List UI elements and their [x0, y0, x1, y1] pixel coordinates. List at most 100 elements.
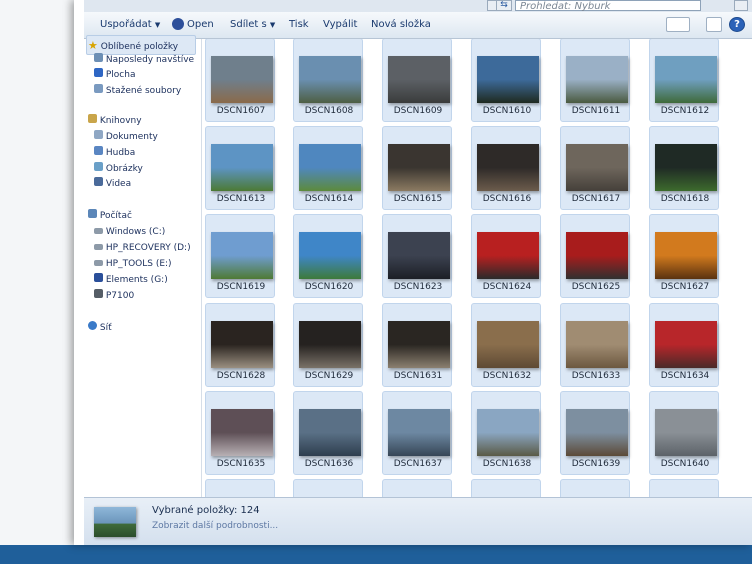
file-name: DSCN1625	[571, 282, 621, 292]
file-thumbnail[interactable]: DSCN1627	[649, 214, 719, 298]
preview-pane-icon[interactable]	[706, 17, 722, 32]
navigation-pane: ★ Oblíbené položky Naposledy navštíve Pl…	[84, 35, 202, 497]
new-folder-button[interactable]: Nová složka	[371, 12, 431, 38]
open-icon	[172, 18, 184, 30]
file-thumbnail-partial[interactable]	[471, 479, 541, 497]
file-thumbnail[interactable]: DSCN1620	[293, 214, 363, 298]
nav-item-downloads[interactable]: Stažené soubory	[94, 84, 181, 98]
file-thumbnail-partial[interactable]	[382, 479, 452, 497]
nav-favorites[interactable]: ★ Oblíbené položky	[88, 39, 178, 53]
file-thumbnail-partial[interactable]	[560, 479, 630, 497]
file-thumbnail[interactable]: DSCN1614	[293, 126, 363, 210]
file-thumbnail[interactable]: DSCN1607	[205, 39, 275, 122]
file-thumbnail[interactable]: DSCN1608	[293, 39, 363, 122]
photo-preview	[388, 232, 450, 279]
file-thumbnail[interactable]: DSCN1612	[649, 39, 719, 122]
file-thumbnail-partial[interactable]	[205, 479, 275, 497]
file-name: DSCN1637	[393, 459, 443, 469]
file-thumbnail[interactable]: DSCN1625	[560, 214, 630, 298]
file-thumbnail[interactable]: DSCN1624	[471, 214, 541, 298]
file-thumbnail[interactable]: DSCN1609	[382, 39, 452, 122]
file-thumbnail[interactable]: DSCN1623	[382, 214, 452, 298]
file-thumbnail[interactable]: DSCN1631	[382, 303, 452, 387]
search-placeholder: Prohledat: Nyburk	[520, 1, 611, 12]
nav-item-music[interactable]: Hudba	[94, 146, 135, 160]
file-name: DSCN1623	[393, 282, 443, 292]
desktop-icon	[94, 68, 103, 77]
file-thumbnail-partial[interactable]	[649, 479, 719, 497]
print-button[interactable]: Tisk	[289, 12, 309, 38]
file-thumbnail[interactable]: DSCN1639	[560, 391, 630, 475]
burn-button[interactable]: Vypálit	[323, 12, 357, 38]
nav-item-drive-d[interactable]: HP_RECOVERY (D:)	[94, 241, 191, 255]
photo-preview	[566, 232, 628, 279]
file-thumbnail[interactable]: DSCN1633	[560, 303, 630, 387]
search-icon[interactable]	[734, 0, 748, 11]
music-icon	[94, 146, 103, 155]
file-thumbnail[interactable]: DSCN1617	[560, 126, 630, 210]
pictures-icon	[94, 162, 103, 171]
file-name: DSCN1607	[216, 106, 266, 116]
photo-preview	[388, 56, 450, 103]
search-input[interactable]: Prohledat: Nyburk	[515, 0, 701, 12]
documents-icon	[94, 130, 103, 139]
file-thumbnail[interactable]: DSCN1610	[471, 39, 541, 122]
file-thumbnail[interactable]: DSCN1638	[471, 391, 541, 475]
file-thumbnail-partial[interactable]	[293, 479, 363, 497]
view-options-icon[interactable]	[666, 17, 690, 32]
nav-item-drive-e[interactable]: HP_TOOLS (E:)	[94, 257, 172, 271]
file-thumbnail[interactable]: DSCN1615	[382, 126, 452, 210]
photo-preview	[388, 409, 450, 456]
nav-item-label: HP_TOOLS (E:)	[105, 259, 172, 269]
file-thumbnail[interactable]: DSCN1635	[205, 391, 275, 475]
nav-item-desktop[interactable]: Plocha	[94, 68, 135, 82]
refresh-icon[interactable]: ⇆	[496, 0, 512, 11]
nav-computer[interactable]: Počítač	[88, 209, 132, 223]
file-thumbnail[interactable]: DSCN1618	[649, 126, 719, 210]
nav-item-videos[interactable]: Videa	[94, 177, 131, 191]
chevron-down-icon: ▼	[154, 21, 161, 29]
file-name: DSCN1610	[482, 106, 532, 116]
nav-item-drive-g[interactable]: Elements (G:)	[94, 273, 168, 287]
file-thumbnail[interactable]: DSCN1629	[293, 303, 363, 387]
photo-preview	[299, 144, 361, 191]
photo-preview	[477, 409, 539, 456]
file-thumbnail[interactable]: DSCN1611	[560, 39, 630, 122]
nav-libraries[interactable]: Knihovny	[88, 114, 142, 128]
file-thumbnail[interactable]: DSCN1637	[382, 391, 452, 475]
nav-item-camera[interactable]: P7100	[94, 289, 134, 303]
chevron-down-icon: ▼	[269, 21, 276, 29]
computer-icon	[88, 209, 97, 218]
help-icon[interactable]: ?	[729, 17, 745, 32]
show-more-details-link[interactable]: Zobrazit další podrobnosti...	[152, 521, 278, 531]
file-thumbnail[interactable]: DSCN1632	[471, 303, 541, 387]
file-name: DSCN1617	[571, 194, 621, 204]
file-thumbnail[interactable]: DSCN1628	[205, 303, 275, 387]
file-name: DSCN1620	[304, 282, 354, 292]
background-window	[0, 0, 83, 545]
photo-preview	[211, 321, 273, 368]
selected-count: Vybrané položky: 124	[152, 505, 260, 516]
file-name: DSCN1632	[482, 371, 532, 381]
photo-preview	[299, 232, 361, 279]
file-thumbnail[interactable]: DSCN1616	[471, 126, 541, 210]
file-thumbnail[interactable]: DSCN1636	[293, 391, 363, 475]
downloads-icon	[94, 84, 103, 93]
photo-preview	[211, 232, 273, 279]
drive-icon	[94, 228, 103, 234]
share-button[interactable]: Sdílet s ▼	[230, 12, 275, 38]
photo-preview	[211, 409, 273, 456]
nav-favorites-label: Oblíbené položky	[100, 42, 179, 52]
details-pane: Vybrané položky: 124 Zobrazit další podr…	[84, 497, 752, 545]
nav-item-recent[interactable]: Naposledy navštíve	[94, 53, 194, 67]
file-thumbnail[interactable]: DSCN1619	[205, 214, 275, 298]
nav-item-drive-c[interactable]: Windows (C:)	[94, 225, 165, 239]
nav-item-pictures[interactable]: Obrázky	[94, 162, 143, 176]
file-thumbnail[interactable]: DSCN1613	[205, 126, 275, 210]
nav-network[interactable]: Síť	[88, 321, 112, 335]
nav-item-documents[interactable]: Dokumenty	[94, 130, 158, 144]
videos-icon	[94, 177, 103, 186]
file-thumbnail[interactable]: DSCN1634	[649, 303, 719, 387]
photo-preview	[566, 321, 628, 368]
file-thumbnail[interactable]: DSCN1640	[649, 391, 719, 475]
